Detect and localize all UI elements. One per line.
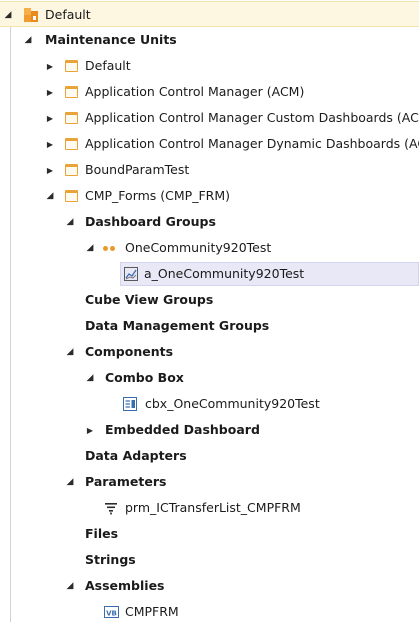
expand-arrow-icon[interactable]: ▶ xyxy=(44,157,56,183)
expand-arrow-icon[interactable]: ▶ xyxy=(44,53,56,79)
tree-label-unit: Default xyxy=(85,58,131,73)
tree-row-assemblies[interactable]: ◢ Assemblies xyxy=(0,573,419,599)
tree-row-components[interactable]: ◢ Components xyxy=(0,339,419,365)
tree-row-strings[interactable]: Strings xyxy=(0,547,419,573)
combo-box-icon xyxy=(123,397,137,411)
expand-arrow-icon[interactable]: ▶ xyxy=(44,131,56,157)
collapse-arrow-icon[interactable]: ◢ xyxy=(64,469,76,495)
expand-arrow-icon[interactable]: ▶ xyxy=(84,417,96,443)
tree-label-combo-item: cbx_OneCommunity920Test xyxy=(145,396,320,411)
collapse-arrow-icon[interactable]: ◢ xyxy=(44,183,56,209)
tree-label-dashboard-group: OneCommunity920Test xyxy=(125,240,272,255)
tree-row-combo-box[interactable]: ◢ Combo Box xyxy=(0,365,419,391)
collapse-arrow-icon[interactable]: ◢ xyxy=(84,365,96,391)
chart-line-icon xyxy=(124,267,138,281)
tree-label-assemblies: Assemblies xyxy=(85,578,165,593)
tree-row-parameters[interactable]: ◢ Parameters xyxy=(0,469,419,495)
folder-icon xyxy=(65,112,78,124)
tree-label-embedded-dashboard: Embedded Dashboard xyxy=(105,422,260,437)
app-root-icon xyxy=(24,8,38,22)
tree-row-unit[interactable]: ◢ CMP_Forms (CMP_FRM) xyxy=(0,183,419,209)
collapse-arrow-icon[interactable]: ◢ xyxy=(2,2,14,28)
tree-row-data-adapters[interactable]: Data Adapters xyxy=(0,443,419,469)
tree-label-data-adapters: Data Adapters xyxy=(85,448,187,463)
tree-row-combo-item[interactable]: cbx_OneCommunity920Test xyxy=(0,391,419,417)
tree-row-cube-view-groups[interactable]: Cube View Groups xyxy=(0,287,419,313)
collapse-arrow-icon[interactable]: ◢ xyxy=(84,235,96,261)
tree-row-unit[interactable]: ▶ BoundParamTest xyxy=(0,157,419,183)
tree-label-components: Components xyxy=(85,344,174,359)
tree-row-unit[interactable]: ▶ Application Control Manager (ACM) xyxy=(0,79,419,105)
expand-arrow-icon[interactable]: ▶ xyxy=(44,79,56,105)
vb-file-icon: VB xyxy=(104,606,119,618)
tree-row-dashboard-groups[interactable]: ◢ Dashboard Groups xyxy=(0,209,419,235)
collapse-arrow-icon[interactable]: ◢ xyxy=(22,27,34,53)
folder-icon xyxy=(65,86,78,98)
tree-row-root[interactable]: ◢ Default xyxy=(0,1,419,27)
folder-icon xyxy=(65,60,78,72)
folder-icon xyxy=(65,138,78,150)
tree-label-strings: Strings xyxy=(85,552,136,567)
dashboard-group-icon xyxy=(103,241,117,255)
tree-row-dashboard[interactable]: a_OneCommunity920Test xyxy=(0,261,419,287)
tree-row-files[interactable]: Files xyxy=(0,521,419,547)
tree-label-assembly-item: CMPFRM xyxy=(125,604,179,619)
tree-label-dashboard-groups: Dashboard Groups xyxy=(85,214,216,229)
tree-label-cube-view-groups: Cube View Groups xyxy=(85,292,214,307)
tree-label-parameters: Parameters xyxy=(85,474,167,489)
filter-icon xyxy=(105,503,117,515)
tree-row-unit[interactable]: ▶ Application Control Manager Dynamic Da… xyxy=(0,131,419,157)
expand-arrow-icon[interactable]: ▶ xyxy=(44,105,56,131)
tree-label-dashboard: a_OneCommunity920Test xyxy=(144,266,305,281)
folder-icon xyxy=(65,164,78,176)
tree-row-unit[interactable]: ▶ Application Control Manager Custom Das… xyxy=(0,105,419,131)
tree-row-embedded-dashboard[interactable]: ▶ Embedded Dashboard xyxy=(0,417,419,443)
tree-row-data-management-groups[interactable]: Data Management Groups xyxy=(0,313,419,339)
collapse-arrow-icon[interactable]: ◢ xyxy=(64,209,76,235)
tree-row-unit[interactable]: ▶ Default xyxy=(0,53,419,79)
tree-label-unit: Application Control Manager Dynamic Dash… xyxy=(85,136,419,151)
tree-row-assembly-item[interactable]: VB CMPFRM xyxy=(0,599,419,625)
tree-row-maintenance-units[interactable]: ◢ Maintenance Units xyxy=(0,27,419,53)
tree-label-files: Files xyxy=(85,526,119,541)
tree-label-parameter-item: prm_ICTransferList_CMPFRM xyxy=(125,500,301,515)
vb-badge-text: VB xyxy=(106,609,117,617)
collapse-arrow-icon[interactable]: ◢ xyxy=(64,339,76,365)
tree-row-parameter-item[interactable]: prm_ICTransferList_CMPFRM xyxy=(0,495,419,521)
collapse-arrow-icon[interactable]: ◢ xyxy=(64,573,76,599)
tree-label-unit: Application Control Manager Custom Dashb… xyxy=(85,110,419,125)
folder-icon xyxy=(65,190,78,202)
tree-label-data-management-groups: Data Management Groups xyxy=(85,318,270,333)
tree-label-unit: CMP_Forms (CMP_FRM) xyxy=(85,188,230,203)
tree-label-maintenance-units: Maintenance Units xyxy=(45,32,177,47)
tree-row-dashboard-group[interactable]: ◢ OneCommunity920Test xyxy=(0,235,419,261)
tree-label-combo-box: Combo Box xyxy=(105,370,184,385)
tree-label-root: Default xyxy=(45,7,91,22)
tree-label-unit: Application Control Manager (ACM) xyxy=(85,84,305,99)
tree-label-unit: BoundParamTest xyxy=(85,162,190,177)
